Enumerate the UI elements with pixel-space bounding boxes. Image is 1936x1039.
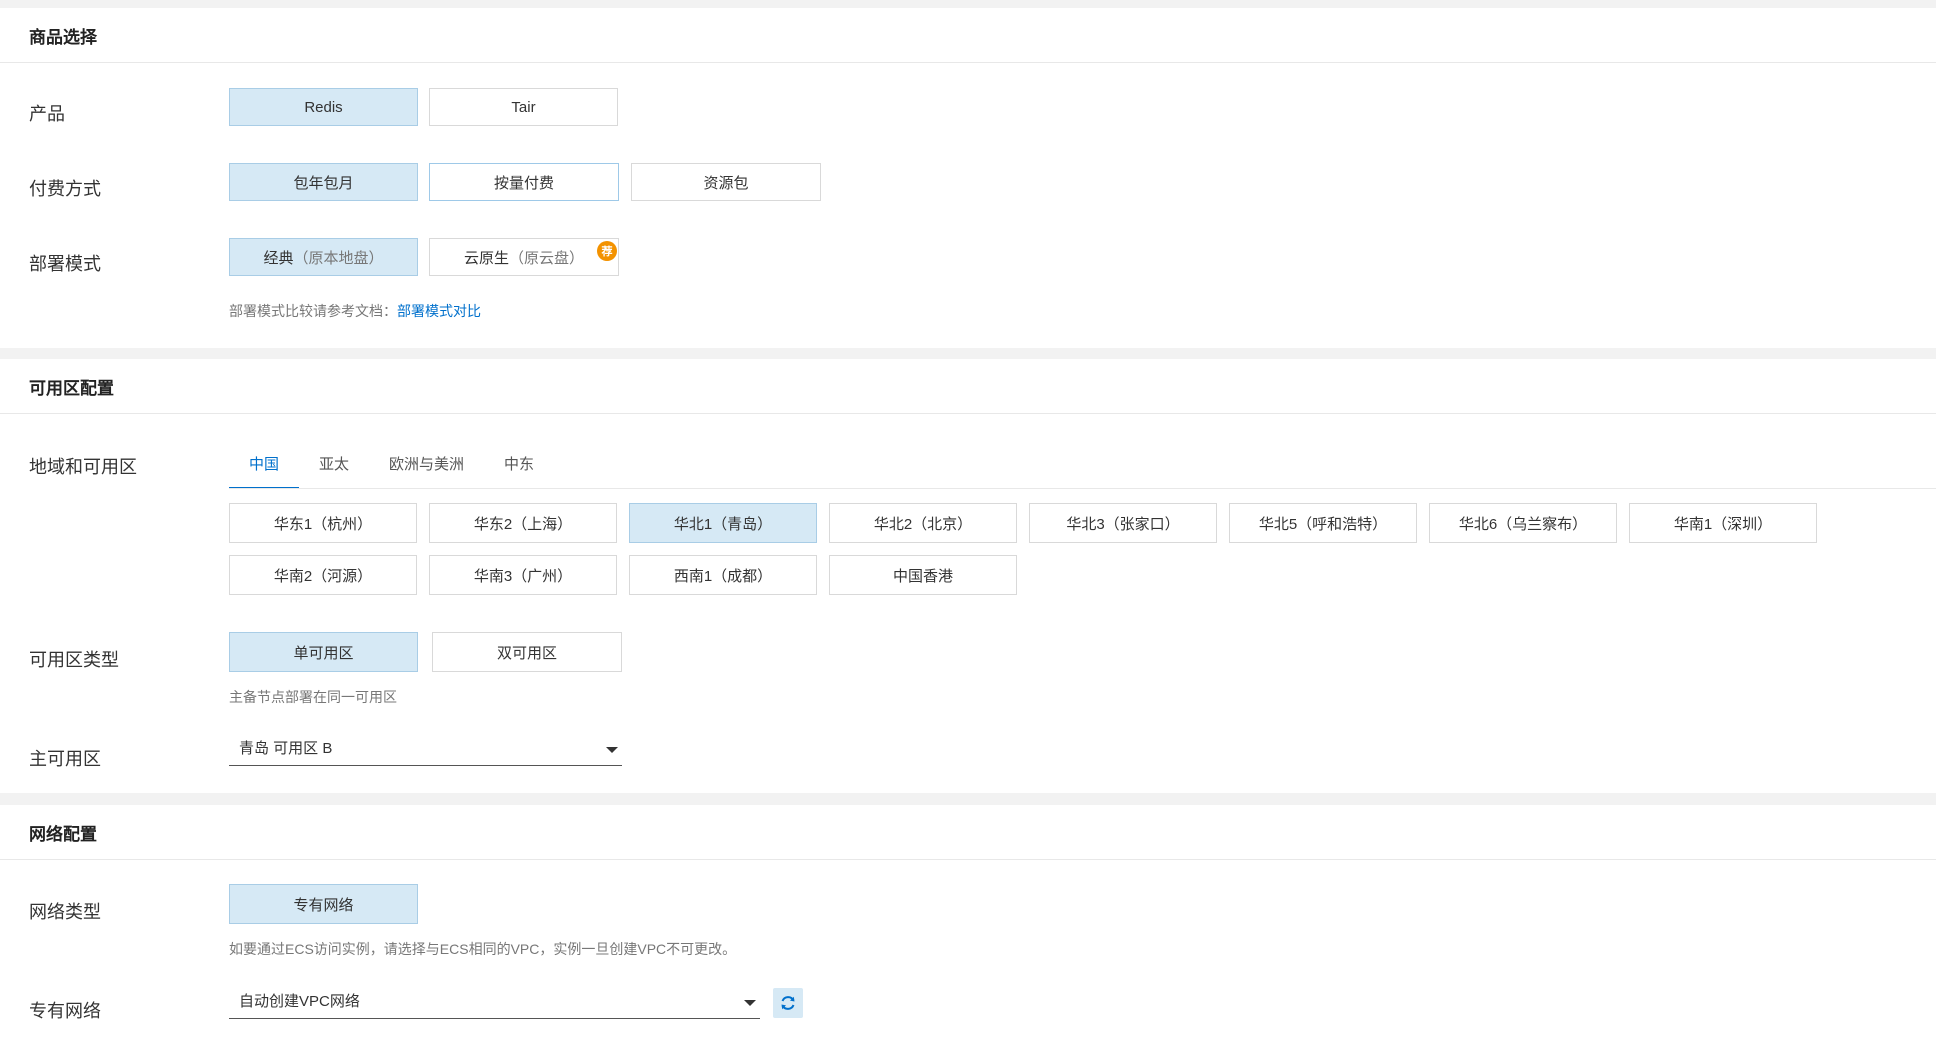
deploy-compare-link[interactable]: 部署模式对比 xyxy=(397,303,481,319)
section-title-zone: 可用区配置 xyxy=(0,359,1936,414)
zone-type-hint: 主备节点部署在同一可用区 xyxy=(229,689,397,705)
option-classic-main: 经典 xyxy=(263,249,294,267)
vpc-label: 专有网络 xyxy=(29,1001,101,1021)
region-wulanchabu[interactable]: 华北6（乌兰察布） xyxy=(1429,503,1617,543)
option-classic-sub: （原本地盘） xyxy=(293,249,384,267)
tab-asia-pacific[interactable]: 亚太 xyxy=(299,438,369,489)
region-hongkong[interactable]: 中国香港 xyxy=(829,555,1017,595)
tab-middle-east[interactable]: 中东 xyxy=(484,438,554,489)
zone-type-label: 可用区类型 xyxy=(29,650,119,670)
option-vpc[interactable]: 专有网络 xyxy=(229,884,418,924)
option-subscription[interactable]: 包年包月 xyxy=(229,163,418,201)
region-shenzhen[interactable]: 华南1（深圳） xyxy=(1629,503,1817,543)
option-cloud-native-sub: （原云盘） xyxy=(509,249,585,267)
region-shanghai[interactable]: 华东2（上海） xyxy=(429,503,617,543)
region-heyuan[interactable]: 华南2（河源） xyxy=(229,555,417,595)
product-section: 商品选择 产品 Redis Tair 付费方式 包年包月 按量付费 资源包 部署… xyxy=(0,8,1936,348)
billing-label: 付费方式 xyxy=(29,179,101,199)
primary-zone-value: 青岛 可用区 B xyxy=(239,740,333,757)
option-cloud-native[interactable]: 云原生 （原云盘） xyxy=(429,238,619,276)
option-dual-zone[interactable]: 双可用区 xyxy=(432,632,622,672)
option-tair[interactable]: Tair xyxy=(429,88,618,126)
option-single-zone[interactable]: 单可用区 xyxy=(229,632,418,672)
section-title-network: 网络配置 xyxy=(0,805,1936,860)
vpc-value: 自动创建VPC网络 xyxy=(239,993,360,1010)
refresh-icon xyxy=(781,996,795,1010)
primary-zone-select[interactable]: 青岛 可用区 B xyxy=(229,730,622,766)
product-label: 产品 xyxy=(29,104,65,124)
vpc-select[interactable]: 自动创建VPC网络 xyxy=(229,983,760,1019)
tab-europe-americas[interactable]: 欧洲与美洲 xyxy=(369,438,484,489)
recommend-badge: 荐 xyxy=(597,241,617,261)
region-hangzhou[interactable]: 华东1（杭州） xyxy=(229,503,417,543)
region-beijing[interactable]: 华北2（北京） xyxy=(829,503,1017,543)
tab-china[interactable]: 中国 xyxy=(229,438,300,489)
option-pay-as-you-go[interactable]: 按量付费 xyxy=(429,163,619,201)
deploy-label: 部署模式 xyxy=(29,254,101,274)
section-title-product: 商品选择 xyxy=(0,8,1936,63)
network-section: 网络配置 网络类型 专有网络 如要通过ECS访问实例，请选择与ECS相同的VPC… xyxy=(0,805,1936,1039)
primary-zone-label: 主可用区 xyxy=(29,749,101,769)
region-qingdao[interactable]: 华北1（青岛） xyxy=(629,503,817,543)
tabs-divider xyxy=(229,488,1936,489)
network-type-hint: 如要通过ECS访问实例，请选择与ECS相同的VPC，实例一旦创建VPC不可更改。 xyxy=(229,941,737,957)
option-cloud-native-main: 云原生 xyxy=(463,249,509,267)
region-chengdu[interactable]: 西南1（成都） xyxy=(629,555,817,595)
refresh-button[interactable] xyxy=(773,988,803,1018)
region-huhehaote[interactable]: 华北5（呼和浩特） xyxy=(1229,503,1417,543)
option-resource-pack[interactable]: 资源包 xyxy=(631,163,821,201)
network-type-label: 网络类型 xyxy=(29,902,101,922)
region-guangzhou[interactable]: 华南3（广州） xyxy=(429,555,617,595)
chevron-down-icon xyxy=(606,746,618,753)
option-classic[interactable]: 经典 （原本地盘） xyxy=(229,238,418,276)
region-label: 地域和可用区 xyxy=(29,457,137,477)
deploy-hint: 部署模式比较请参考文档：部署模式对比 xyxy=(229,301,481,321)
deploy-hint-text: 部署模式比较请参考文档： xyxy=(229,303,397,319)
zone-section: 可用区配置 地域和可用区 中国 亚太 欧洲与美洲 中东 华东1（杭州） 华东2（… xyxy=(0,359,1936,793)
page: 商品选择 产品 Redis Tair 付费方式 包年包月 按量付费 资源包 部署… xyxy=(0,0,1936,1039)
region-tabs: 中国 亚太 欧洲与美洲 中东 xyxy=(229,438,554,489)
option-redis[interactable]: Redis xyxy=(229,88,418,126)
region-zhangjiakou[interactable]: 华北3（张家口） xyxy=(1029,503,1217,543)
chevron-down-icon xyxy=(744,999,756,1006)
